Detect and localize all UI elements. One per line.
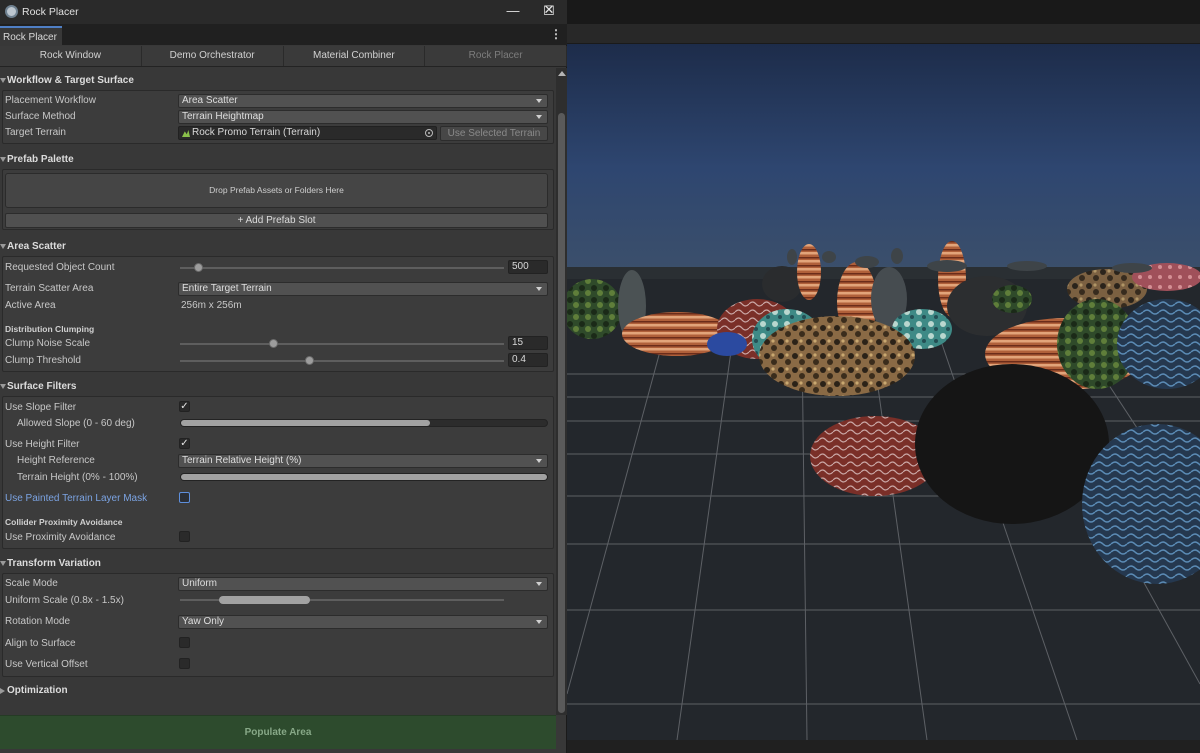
scatter-area-dropdown[interactable]: Entire Target Terrain <box>178 282 548 296</box>
terrain-height-range[interactable] <box>180 473 548 481</box>
surface-method-dropdown[interactable]: Terrain Heightmap <box>178 110 548 124</box>
height-reference-label: Height Reference <box>17 455 95 466</box>
slope-filter-label: Use Slope Filter <box>5 402 77 413</box>
slider-handle[interactable] <box>304 356 314 365</box>
foldout-open-icon <box>0 78 6 83</box>
scene-view[interactable] <box>567 0 1200 753</box>
scene-render[interactable] <box>567 44 1200 740</box>
close-button[interactable]: ✕ <box>531 0 567 24</box>
subtab-rock-placer[interactable]: Rock Placer <box>425 46 567 66</box>
scene-titlebar <box>567 0 1200 24</box>
scale-mode-label: Scale Mode <box>5 578 58 589</box>
window-titlebar[interactable]: Rock Placer — ☐ <box>0 0 567 24</box>
active-area-label: Active Area <box>5 300 56 311</box>
foldout-closed-icon <box>0 688 5 694</box>
window-title: Rock Placer <box>22 6 79 18</box>
use-selected-terrain-button[interactable]: Use Selected Terrain <box>440 126 548 141</box>
scroll-up-icon[interactable] <box>558 71 566 76</box>
section-workflow-header[interactable]: Workflow & Target Surface <box>0 72 556 90</box>
target-terrain-label: Target Terrain <box>5 127 66 138</box>
section-area-scatter-body <box>2 256 554 372</box>
chevron-down-icon <box>536 582 542 586</box>
allowed-slope-range[interactable] <box>180 419 548 427</box>
clump-noise-slider[interactable] <box>180 343 504 345</box>
height-filter-label: Use Height Filter <box>5 439 80 450</box>
panel-scrollbar[interactable] <box>556 68 567 715</box>
settings-panel: Workflow & Target Surface Placement Work… <box>0 68 556 715</box>
scene-toolbar <box>567 24 1200 44</box>
active-area-value: 256m x 256m <box>181 300 242 311</box>
prefab-drop-zone[interactable]: Drop Prefab Assets or Folders Here <box>5 173 548 208</box>
clump-noise-label: Clump Noise Scale <box>5 338 91 349</box>
chevron-down-icon <box>536 115 542 119</box>
foldout-open-icon <box>0 384 6 389</box>
tab-strip: Rock Placer ⋮ <box>0 24 567 45</box>
chevron-down-icon <box>536 99 542 103</box>
collider-avoidance-label: Collider Proximity Avoidance <box>5 517 123 527</box>
section-palette-header[interactable]: Prefab Palette <box>0 151 556 169</box>
height-reference-dropdown[interactable]: Terrain Relative Height (%) <box>178 454 548 468</box>
height-range-fill[interactable] <box>181 474 547 480</box>
vertical-offset-label: Use Vertical Offset <box>5 659 88 670</box>
clump-threshold-input[interactable]: 0.4 <box>508 353 548 367</box>
vertical-offset-checkbox[interactable] <box>179 658 190 669</box>
painted-layer-mask-label: Use Painted Terrain Layer Mask <box>5 493 148 504</box>
foldout-open-icon <box>0 561 6 566</box>
more-menu-icon[interactable]: ⋮ <box>550 27 562 41</box>
requested-count-label: Requested Object Count <box>5 262 115 273</box>
foldout-open-icon <box>0 244 6 249</box>
chevron-down-icon <box>536 459 542 463</box>
proximity-avoidance-checkbox[interactable] <box>179 531 190 542</box>
scale-mode-dropdown[interactable]: Uniform <box>178 577 548 591</box>
subtab-material-combiner[interactable]: Material Combiner <box>284 46 426 66</box>
tool-tabs: Rock Window Demo Orchestrator Material C… <box>0 46 567 67</box>
clump-noise-input[interactable]: 15 <box>508 336 548 350</box>
populate-area-button[interactable]: Populate Area <box>0 715 556 749</box>
tab-rock-placer[interactable]: Rock Placer <box>0 26 62 45</box>
chevron-down-icon <box>536 287 542 291</box>
section-transform-header[interactable]: Transform Variation <box>0 555 556 573</box>
section-area-scatter-header[interactable]: Area Scatter <box>0 238 556 256</box>
allowed-slope-label: Allowed Slope (0 - 60 deg) <box>17 418 135 429</box>
section-optimization-header[interactable]: Optimization <box>0 682 556 700</box>
uniform-scale-label: Uniform Scale (0.8x - 1.5x) <box>5 595 124 606</box>
app-logo-icon <box>5 5 18 18</box>
placement-workflow-label: Placement Workflow <box>5 95 96 106</box>
align-surface-checkbox[interactable] <box>179 637 190 648</box>
proximity-avoidance-label: Use Proximity Avoidance <box>5 532 116 543</box>
foldout-open-icon <box>0 157 6 162</box>
surface-method-label: Surface Method <box>5 111 76 122</box>
requested-count-slider[interactable] <box>180 267 504 269</box>
subtab-rock-window[interactable]: Rock Window <box>0 46 142 66</box>
placement-workflow-dropdown[interactable]: Area Scatter <box>178 94 548 108</box>
terrain-icon <box>182 130 190 137</box>
subtab-demo-orchestrator[interactable]: Demo Orchestrator <box>142 46 284 66</box>
slope-filter-checkbox[interactable]: ✓ <box>179 401 190 412</box>
section-surface-filters-header[interactable]: Surface Filters <box>0 378 556 396</box>
chevron-down-icon <box>536 620 542 624</box>
height-filter-checkbox[interactable]: ✓ <box>179 438 190 449</box>
rotation-mode-label: Rotation Mode <box>5 616 71 627</box>
scene-statusbar <box>567 740 1200 753</box>
uniform-scale-range[interactable] <box>218 596 310 604</box>
terrain-height-label: Terrain Height (0% - 100%) <box>17 472 138 483</box>
minimize-button[interactable]: — <box>495 0 531 24</box>
requested-count-input[interactable]: 500 <box>508 260 548 274</box>
painted-layer-mask-checkbox[interactable] <box>179 492 190 503</box>
rock-placer-window: Rock Placer — ☐ Rock Placer ⋮ Rock Windo… <box>0 0 567 753</box>
slope-range-fill[interactable] <box>181 420 430 426</box>
add-prefab-slot-button[interactable]: + Add Prefab Slot <box>5 213 548 228</box>
scrollbar-thumb[interactable] <box>558 113 565 713</box>
clump-threshold-label: Clump Threshold <box>5 355 81 366</box>
align-surface-label: Align to Surface <box>5 638 76 649</box>
rotation-mode-dropdown[interactable]: Yaw Only <box>178 615 548 629</box>
target-terrain-field[interactable]: Rock Promo Terrain (Terrain) <box>178 126 437 140</box>
distribution-clumping-label: Distribution Clumping <box>5 324 95 334</box>
object-picker-icon[interactable] <box>425 129 433 137</box>
slider-handle[interactable] <box>268 339 278 348</box>
scatter-area-label: Terrain Scatter Area <box>5 283 94 294</box>
clump-threshold-slider[interactable] <box>180 360 504 362</box>
